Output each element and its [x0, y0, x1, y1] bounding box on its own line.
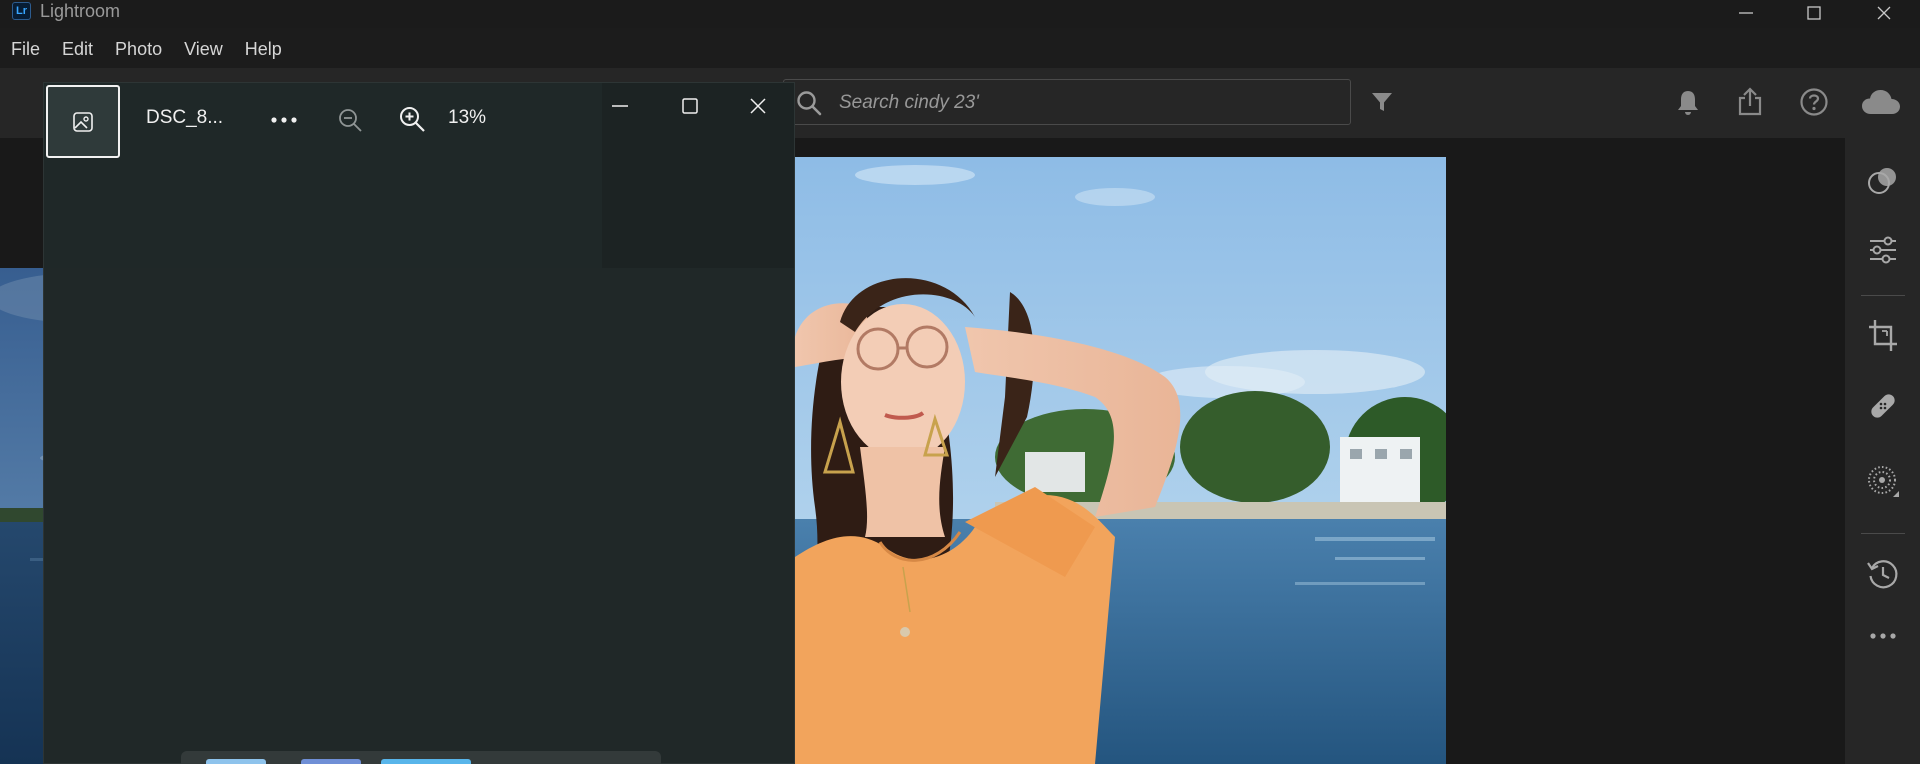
- filter-icon[interactable]: [1370, 90, 1394, 114]
- more-icon: [1869, 633, 1896, 639]
- edited-photo[interactable]: [795, 157, 1446, 764]
- zoom-out-button[interactable]: [337, 107, 363, 133]
- bell-icon[interactable]: [1675, 89, 1701, 117]
- app-title: Lightroom: [40, 1, 121, 21]
- minimize-icon: [1739, 12, 1753, 14]
- crop-button[interactable]: [1845, 318, 1920, 354]
- more-icon: [271, 117, 297, 123]
- zoom-out-icon: [339, 109, 362, 132]
- maximize-icon: [1807, 6, 1821, 20]
- help-icon[interactable]: [1799, 87, 1829, 117]
- sidebar-divider: [1861, 533, 1905, 534]
- close-icon: [750, 98, 766, 114]
- minimize-icon: [612, 105, 628, 107]
- edit-sliders-icon: [1869, 236, 1896, 264]
- sidebar-divider: [1861, 295, 1905, 296]
- filmstrip-thumbnail[interactable]: [301, 759, 361, 764]
- filmstrip-thumbnail[interactable]: [381, 759, 471, 764]
- window-minimize-button[interactable]: [1718, 0, 1774, 26]
- masking-button[interactable]: [1845, 464, 1920, 498]
- menu-view[interactable]: View: [184, 39, 223, 60]
- search-icon: [796, 90, 822, 116]
- menu-bar: File Edit Photo View Help: [0, 31, 304, 67]
- search-box[interactable]: [783, 79, 1351, 125]
- masking-icon: [1867, 466, 1899, 497]
- menu-edit[interactable]: Edit: [62, 39, 93, 60]
- window-maximize-button[interactable]: [1786, 0, 1842, 26]
- edit-button[interactable]: [1845, 234, 1920, 266]
- title-bar: Lr Lightroom: [0, 0, 1920, 28]
- window-close-button[interactable]: [1856, 0, 1912, 26]
- zoom-level: 13%: [448, 107, 487, 128]
- healing-button[interactable]: [1845, 390, 1920, 422]
- filmstrip-thumbnail[interactable]: [206, 759, 266, 764]
- menu-help[interactable]: Help: [245, 39, 282, 60]
- edit-panel-sidebar: [1845, 138, 1920, 764]
- filmstrip: [181, 751, 661, 764]
- viewer-filename: DSC_8...: [146, 107, 224, 128]
- share-icon[interactable]: [1736, 87, 1764, 117]
- edit-presets-icon: [1867, 168, 1896, 194]
- zoom-in-button[interactable]: [398, 105, 426, 133]
- gallery-button[interactable]: [46, 85, 120, 158]
- maximize-icon: [682, 98, 698, 114]
- search-input[interactable]: [839, 90, 1329, 116]
- lightroom-logo: Lr: [12, 2, 31, 20]
- menu-file[interactable]: File: [11, 39, 40, 60]
- history-icon: [1866, 560, 1897, 589]
- cloud-icon[interactable]: [1861, 88, 1901, 116]
- viewer-minimize-button[interactable]: [611, 97, 629, 115]
- presets-button[interactable]: [1845, 165, 1920, 197]
- gallery-icon: [73, 111, 93, 132]
- history-button[interactable]: [1845, 557, 1920, 591]
- close-icon: [1877, 6, 1891, 20]
- photos-viewer-window: DSC_8... 13%: [43, 82, 795, 764]
- healing-icon: [1870, 394, 1895, 418]
- menu-photo[interactable]: Photo: [115, 39, 162, 60]
- crop-icon: [1868, 320, 1897, 351]
- more-options-button[interactable]: [270, 110, 298, 130]
- zoom-in-icon: [400, 107, 425, 132]
- viewer-maximize-button[interactable]: [681, 97, 699, 115]
- sidebar-more-button[interactable]: [1845, 630, 1920, 642]
- viewer-close-button[interactable]: [749, 97, 767, 115]
